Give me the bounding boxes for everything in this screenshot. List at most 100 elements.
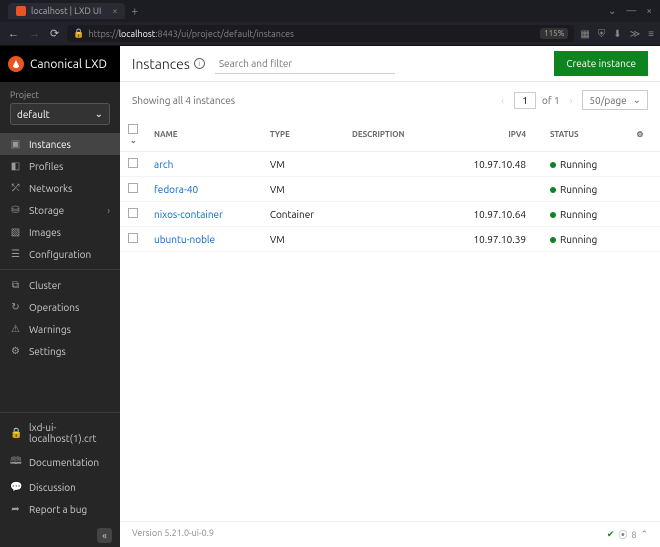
- sidebar-item-warnings[interactable]: ⚠Warnings: [0, 318, 120, 340]
- page-total: of 1: [542, 95, 560, 106]
- instance-link[interactable]: arch: [154, 159, 173, 170]
- table-row[interactable]: nixos-container Container 10.97.10.64 Ru…: [120, 202, 660, 227]
- image-icon: ▧: [10, 226, 21, 238]
- sidebar-item-instances[interactable]: ▣Instances: [0, 133, 120, 155]
- profile-icon: ◧: [10, 160, 21, 172]
- chevron-down-icon: ⌄: [95, 108, 103, 120]
- forward-button[interactable]: →: [27, 26, 42, 42]
- double-chevron-left-icon: «: [97, 528, 112, 543]
- sidebar-item-configuration[interactable]: ☰Configuration: [0, 243, 120, 265]
- lock-icon: 🔒: [73, 28, 84, 39]
- sidebar-item-docs[interactable]: 🕮Documentation: [0, 449, 120, 476]
- status-ok-icon[interactable]: ✔: [607, 529, 615, 540]
- tab-favicon-icon: [16, 6, 26, 16]
- window-controls: ⌄ — ×: [608, 5, 652, 17]
- url-bar[interactable]: 🔒 https://localhost:8443/ui/project/defa…: [67, 25, 574, 42]
- chevron-down-icon[interactable]: ⌄: [608, 5, 616, 17]
- sidebar-item-images[interactable]: ▧Images: [0, 221, 120, 243]
- table-row[interactable]: fedora-40 VM Running: [120, 177, 660, 202]
- chevron-up-icon[interactable]: ⌃: [640, 529, 648, 540]
- downloads-icon[interactable]: ⬇: [613, 28, 621, 40]
- table-row[interactable]: ubuntu-noble VM 10.97.10.39 Running: [120, 227, 660, 252]
- search-input[interactable]: [215, 54, 395, 74]
- result-summary: Showing all 4 instances: [132, 95, 235, 106]
- column-status[interactable]: Status: [542, 118, 628, 152]
- sidebar-item-profiles[interactable]: ◧Profiles: [0, 155, 120, 177]
- browser-titlebar: localhost | LXD UI × + ⌄ — ×: [0, 0, 660, 22]
- shield-icon[interactable]: ⛨: [598, 28, 606, 40]
- chevron-right-icon: ›: [107, 205, 110, 216]
- sidebar-item-storage[interactable]: ⛁Storage›: [0, 199, 120, 221]
- zoom-badge[interactable]: 115%: [540, 28, 568, 39]
- cluster-icon: ⧉: [10, 279, 21, 291]
- status-dot-icon: [550, 162, 556, 168]
- menu-icon[interactable]: ≡: [648, 28, 654, 40]
- chat-icon: 💬: [10, 481, 21, 493]
- info-icon[interactable]: i: [194, 58, 205, 69]
- column-description[interactable]: Description: [344, 118, 438, 152]
- row-checkbox[interactable]: [128, 183, 138, 193]
- instance-link[interactable]: fedora-40: [154, 184, 198, 195]
- sidebar-item-operations[interactable]: ↻Operations: [0, 296, 120, 318]
- grid-icon[interactable]: ▦: [580, 28, 589, 40]
- lock-icon: 🔒: [10, 427, 21, 439]
- instance-link[interactable]: ubuntu-noble: [154, 234, 215, 245]
- status-dot-icon: [550, 212, 556, 218]
- sliders-icon: ☰: [10, 248, 21, 260]
- network-icon: ⤱: [10, 182, 21, 194]
- chevron-down-icon: ⌄: [633, 94, 641, 106]
- project-label: Project: [10, 90, 110, 100]
- brand-name: Canonical LXD: [30, 58, 107, 71]
- members-count: 8: [631, 530, 636, 540]
- column-config-button[interactable]: ⚙: [628, 118, 660, 152]
- row-checkbox[interactable]: [128, 158, 138, 168]
- column-ipv4[interactable]: IPv4: [438, 118, 542, 152]
- extensions-icon[interactable]: ≫: [630, 28, 640, 40]
- storage-icon: ⛁: [10, 204, 21, 216]
- column-name[interactable]: Name: [146, 118, 262, 152]
- main-content: Instances i Create instance Showing all …: [120, 46, 660, 547]
- browser-tab[interactable]: localhost | LXD UI ×: [8, 3, 125, 19]
- members-icon[interactable]: ⦿: [618, 528, 627, 541]
- chevron-down-icon[interactable]: ⌄: [130, 136, 137, 145]
- warning-icon: ⚠: [10, 323, 21, 335]
- page-input[interactable]: [514, 92, 536, 109]
- instance-link[interactable]: nixos-container: [154, 209, 223, 220]
- row-checkbox[interactable]: [128, 233, 138, 243]
- table-row[interactable]: arch VM 10.97.10.48 Running: [120, 152, 660, 177]
- sidebar: Canonical LXD Project default ⌄ ▣Instanc…: [0, 46, 120, 547]
- collapse-sidebar-button[interactable]: «: [0, 524, 120, 547]
- gear-icon: ⚙: [10, 345, 21, 357]
- brand[interactable]: Canonical LXD: [0, 46, 120, 82]
- row-checkbox[interactable]: [128, 208, 138, 218]
- status-dot-icon: [550, 187, 556, 193]
- brand-logo-icon: [8, 56, 24, 72]
- operations-icon: ↻: [10, 301, 21, 313]
- close-icon[interactable]: ×: [112, 6, 117, 16]
- minimize-icon[interactable]: —: [626, 5, 636, 17]
- sidebar-item-cluster[interactable]: ⧉Cluster: [0, 274, 120, 296]
- sidebar-item-discussion[interactable]: 💬Discussion: [0, 476, 120, 498]
- page-title: Instances i: [132, 56, 205, 72]
- sidebar-item-bug[interactable]: ➦Report a bug: [0, 498, 120, 520]
- next-page-button[interactable]: ›: [566, 93, 577, 108]
- select-all-checkbox[interactable]: [128, 124, 138, 134]
- browser-toolbar: ← → ⟳ 🔒 https://localhost:8443/ui/projec…: [0, 22, 660, 46]
- column-type[interactable]: Type: [262, 118, 344, 152]
- sidebar-item-networks[interactable]: ⤱Networks: [0, 177, 120, 199]
- back-button[interactable]: ←: [6, 26, 21, 42]
- status-dot-icon: [550, 237, 556, 243]
- prev-page-button[interactable]: ‹: [497, 93, 508, 108]
- reload-button[interactable]: ⟳: [48, 25, 61, 42]
- box-icon: ▣: [10, 138, 21, 150]
- project-select[interactable]: default ⌄: [10, 103, 110, 125]
- sidebar-item-settings[interactable]: ⚙Settings: [0, 340, 120, 362]
- create-instance-button[interactable]: Create instance: [554, 51, 648, 76]
- sidebar-item-cert[interactable]: 🔒lxd-ui-localhost(1).crt: [0, 417, 120, 449]
- new-tab-button[interactable]: +: [131, 5, 138, 18]
- perpage-select[interactable]: 50/page ⌄: [582, 90, 648, 110]
- bug-icon: ➦: [10, 503, 21, 515]
- book-icon: 🕮: [10, 454, 21, 471]
- tab-title: localhost | LXD UI: [31, 6, 101, 16]
- close-window-icon[interactable]: ×: [646, 5, 652, 17]
